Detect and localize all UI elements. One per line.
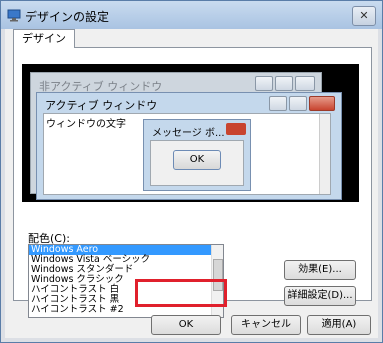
close-icon — [309, 96, 335, 111]
dialog-title: デザインの設定 — [25, 10, 110, 24]
tab-design[interactable]: デザイン — [13, 29, 75, 48]
advanced-button[interactable]: 詳細設定(D)... — [284, 286, 356, 306]
apply-button[interactable]: 適用(A) — [307, 315, 371, 335]
appearance-preview: 非アクティブ ウィンドウ アクティブ ウィンドウ ウィンドウの文字 メッセージ … — [22, 64, 359, 202]
maximize-icon — [289, 96, 307, 111]
preview-message-body: OK — [150, 140, 244, 186]
preview-message-ok: OK — [173, 150, 221, 170]
preview-message-title: メッセージ ボ... — [152, 128, 225, 139]
title-bar[interactable]: デザインの設定 ✕ — [1, 1, 382, 29]
display-settings-icon — [7, 9, 21, 22]
design-tab-panel: 非アクティブ ウィンドウ アクティブ ウィンドウ ウィンドウの文字 メッセージ … — [13, 47, 372, 318]
effects-button[interactable]: 効果(E)... — [284, 260, 356, 280]
preview-active-window: アクティブ ウィンドウ ウィンドウの文字 メッセージ ボ... OK — [36, 92, 342, 200]
ok-highlight-annotation — [135, 279, 227, 307]
close-icon: ✕ — [359, 9, 369, 22]
close-icon — [295, 76, 315, 91]
minimize-icon — [269, 96, 287, 111]
preview-message-box: メッセージ ボ... OK — [143, 119, 251, 191]
minimize-icon — [255, 76, 273, 91]
preview-scrollbar — [319, 114, 330, 194]
ok-button[interactable]: OK — [151, 315, 221, 335]
cancel-button[interactable]: キャンセル — [231, 315, 301, 335]
close-button[interactable]: ✕ — [352, 6, 376, 26]
preview-active-title: アクティブ ウィンドウ — [45, 99, 158, 112]
preview-window-text: ウィンドウの文字 — [46, 119, 126, 130]
maximize-icon — [275, 76, 293, 91]
close-icon — [226, 123, 246, 135]
